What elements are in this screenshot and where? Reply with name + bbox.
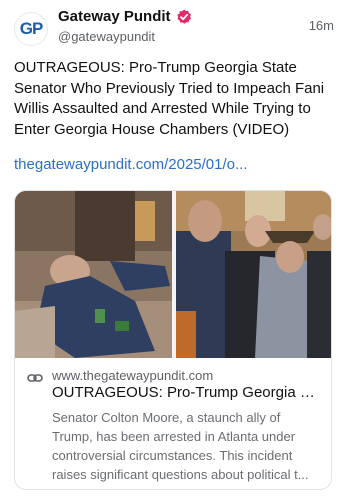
card-body: www.thegatewaypundit.com OUTRAGEOUS: Pro… — [15, 358, 331, 489]
avatar[interactable]: GP — [14, 12, 48, 46]
verified-badge-icon — [176, 9, 191, 24]
card-domain: www.thegatewaypundit.com — [52, 368, 214, 383]
post-link[interactable]: thegatewaypundit.com/2025/01/o... — [14, 156, 248, 173]
account-name[interactable]: Gateway Pundit — [58, 8, 171, 25]
post-text: OUTRAGEOUS: Pro-Trump Georgia State Sena… — [14, 59, 325, 138]
post-timestamp[interactable]: 16m — [309, 18, 334, 33]
article-photo — [15, 191, 331, 358]
card-description: Senator Colton Moore, a staunch ally of … — [52, 410, 309, 482]
account-handle[interactable]: @gatewaypundit — [58, 29, 155, 44]
card-title[interactable]: OUTRAGEOUS: Pro-Trump Georgia St... — [52, 384, 322, 401]
name-row: Gateway Pundit — [58, 8, 192, 25]
link-preview-card[interactable]: www.thegatewaypundit.com OUTRAGEOUS: Pro… — [14, 190, 332, 490]
post-header: GP Gateway Pundit @gatewaypundit 16m — [14, 8, 334, 46]
avatar-logo: GP — [19, 19, 44, 38]
link-icon — [27, 374, 43, 382]
